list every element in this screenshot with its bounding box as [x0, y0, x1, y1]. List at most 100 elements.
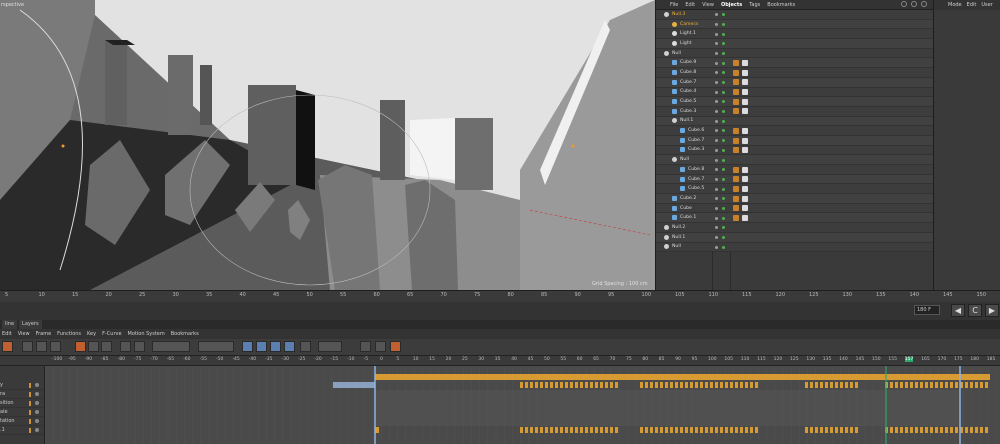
texture-tag-icon[interactable] [742, 108, 748, 115]
search-icon[interactable] [901, 1, 907, 7]
enabled-check-icon[interactable] [722, 226, 725, 230]
dope-menu-key[interactable]: Key [87, 331, 96, 337]
texture-tag-icon[interactable] [742, 79, 748, 86]
menu-edit[interactable]: Edit [685, 2, 695, 8]
object-row[interactable]: Null.3 [656, 10, 934, 20]
enabled-check-icon[interactable] [722, 245, 725, 249]
enabled-check-icon[interactable] [722, 139, 725, 143]
object-row[interactable]: Null.2 [656, 223, 934, 233]
visibility-icon[interactable] [715, 158, 718, 162]
enabled-check-icon[interactable] [722, 119, 725, 123]
visibility-icon[interactable] [715, 110, 718, 114]
enabled-check-icon[interactable] [722, 129, 725, 133]
texture-tag-icon[interactable] [742, 98, 748, 105]
snap-button[interactable] [390, 341, 401, 352]
enabled-check-icon[interactable] [722, 187, 725, 191]
timeline-ruler[interactable]: 5 10 15 20 25 30 35 40 45 50 55 60 65 70 75 80 85 90 95 100… [0, 290, 1000, 302]
enabled-check-icon[interactable] [722, 71, 725, 75]
object-row[interactable]: Cube.5 [656, 97, 934, 107]
dope-sheet-ruler[interactable]: -100 -95 -90 -85 -80 -75 -70 -65 -60 -55 -50 -45 -40… [0, 356, 1000, 366]
track-solo-icon[interactable] [35, 401, 39, 405]
animation-tag-icon[interactable] [733, 127, 739, 134]
visibility-icon[interactable] [715, 197, 718, 201]
menu-file[interactable]: File [670, 2, 678, 8]
object-row[interactable]: Cube [656, 203, 934, 214]
visibility-icon[interactable] [715, 187, 718, 191]
enabled-check-icon[interactable] [722, 90, 725, 94]
enabled-check-icon[interactable] [722, 13, 725, 17]
menu-user[interactable]: User [981, 2, 992, 8]
menu-bookmarks[interactable]: Bookmarks [767, 2, 795, 8]
animation-tag-icon[interactable] [733, 108, 739, 115]
enabled-check-icon[interactable] [722, 158, 725, 162]
animation-tag-icon[interactable] [733, 215, 739, 222]
visibility-icon[interactable] [715, 139, 718, 143]
animation-tag-icon[interactable] [733, 147, 739, 154]
enabled-check-icon[interactable] [722, 110, 725, 114]
object-row[interactable]: Cube.7 [656, 174, 934, 185]
enabled-check-icon[interactable] [722, 61, 725, 65]
visibility-icon[interactable] [715, 13, 718, 17]
tangent-buttons[interactable] [198, 341, 234, 352]
dope-sheet-tracks[interactable] [0, 366, 1000, 444]
object-row[interactable]: Light.1 [656, 29, 934, 40]
move-key-button[interactable] [120, 341, 131, 352]
key-button-2[interactable] [101, 341, 112, 352]
animation-tag-icon[interactable] [733, 60, 739, 67]
track-row[interactable]: tation [0, 417, 44, 426]
visibility-icon[interactable] [715, 90, 718, 94]
visibility-icon[interactable] [715, 22, 718, 26]
visibility-icon[interactable] [715, 245, 718, 249]
object-row[interactable]: Null.1 [656, 232, 934, 243]
dope-menu-functions[interactable]: Functions [57, 331, 81, 337]
menu-view[interactable]: View [702, 2, 714, 8]
enabled-check-icon[interactable] [722, 148, 725, 152]
texture-tag-icon[interactable] [742, 137, 748, 144]
loop-button[interactable]: C [968, 304, 982, 317]
scale-key-button[interactable] [134, 341, 145, 352]
animation-tag-icon[interactable] [733, 69, 739, 76]
view-mode-button-2[interactable] [256, 341, 267, 352]
animation-tag-icon[interactable] [733, 79, 739, 86]
enabled-check-icon[interactable] [722, 81, 725, 84]
key-tool-button-2[interactable] [36, 341, 47, 352]
dope-menu-motion-system[interactable]: Motion System [128, 331, 165, 337]
object-row[interactable]: Null [656, 242, 934, 253]
enabled-check-icon[interactable] [722, 22, 725, 26]
enabled-check-icon[interactable] [722, 236, 725, 239]
enabled-check-icon[interactable] [722, 177, 725, 181]
perspective-viewport[interactable]: rspective Grid Spacing : 100 cm [0, 0, 655, 290]
texture-tag-icon[interactable] [742, 166, 748, 173]
texture-tag-icon[interactable] [742, 185, 748, 192]
tab-timeline[interactable]: line [2, 320, 18, 329]
menu-edit-attr[interactable]: Edit [967, 2, 977, 8]
track-row[interactable]: ale [0, 408, 44, 417]
menu-tags[interactable]: Tags [749, 2, 760, 8]
animation-tag-icon[interactable] [733, 166, 739, 173]
object-row[interactable]: Null [656, 155, 934, 165]
view-mode-button[interactable] [242, 341, 253, 352]
visibility-icon[interactable] [715, 119, 718, 123]
animation-tag-icon[interactable] [733, 185, 739, 192]
track-solo-icon[interactable] [35, 419, 39, 423]
texture-tag-icon[interactable] [742, 176, 748, 183]
animation-tag-icon[interactable] [733, 98, 739, 105]
zoom-button[interactable] [300, 341, 311, 352]
visibility-icon[interactable] [715, 100, 718, 104]
animation-tag-icon[interactable] [733, 89, 739, 96]
object-row[interactable]: Cube.4 [656, 87, 934, 98]
goto-end-button[interactable]: ▶ [985, 304, 999, 317]
enabled-check-icon[interactable] [722, 51, 725, 55]
record-button[interactable] [2, 341, 13, 352]
track-solo-icon[interactable] [35, 383, 39, 387]
track-solo-icon[interactable] [35, 428, 39, 432]
filter-button-2[interactable] [375, 341, 386, 352]
track-row[interactable]: y [0, 381, 44, 390]
visibility-icon[interactable] [715, 168, 718, 172]
lock-icon[interactable] [911, 1, 917, 7]
animation-tag-icon[interactable] [733, 195, 739, 202]
object-row[interactable]: Cube.6 [656, 126, 934, 136]
object-row[interactable]: Null [656, 48, 934, 59]
current-frame-field[interactable]: 180 F [914, 305, 940, 315]
visibility-icon[interactable] [715, 226, 718, 230]
